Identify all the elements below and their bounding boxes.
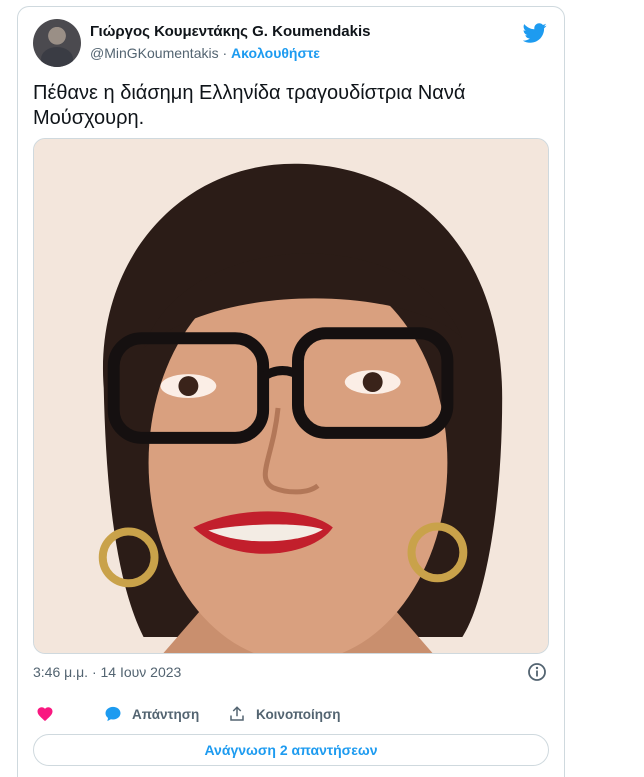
reply-label: Απάντηση	[132, 706, 200, 722]
read-replies-button[interactable]: Ανάγνωση 2 απαντήσεων	[33, 734, 549, 766]
share-label: Κοινοποίηση	[256, 706, 341, 722]
tweet-actions: Απάντηση Κοινοποίηση	[33, 705, 553, 725]
heart-icon	[37, 707, 53, 722]
author-handle-row: @MinGKoumentakis · Ακολουθήστε	[90, 45, 320, 61]
share-arrow-icon	[230, 706, 244, 721]
follow-link[interactable]: Ακολουθήστε	[231, 45, 320, 61]
tweet-text: Πέθανε η διάσημη Ελληνίδα τραγουδίστρια …	[33, 82, 466, 129]
info-icon[interactable]	[527, 662, 547, 682]
handle-separator: ·	[222, 45, 228, 61]
tweet-photo[interactable]	[33, 138, 549, 654]
like-button[interactable]	[36, 705, 64, 723]
share-button[interactable]: Κοινοποίηση	[228, 705, 341, 723]
author-avatar[interactable]	[33, 19, 81, 67]
portrait-illustration	[34, 139, 548, 653]
speech-bubble-icon	[105, 706, 121, 722]
reply-button[interactable]: Απάντηση	[104, 705, 199, 723]
twitter-bird-icon[interactable]	[523, 21, 547, 45]
author-display-name[interactable]: Γιώργος Κουμεντάκης G. Koumendakis	[90, 23, 371, 40]
author-handle[interactable]: @MinGKoumentakis	[90, 45, 219, 61]
tweet-card: Γιώργος Κουμεντάκης G. Koumendakis @MinG…	[17, 6, 565, 777]
tweet-timestamp[interactable]: 3:46 μ.μ. · 14 Ιουν 2023	[33, 664, 181, 680]
